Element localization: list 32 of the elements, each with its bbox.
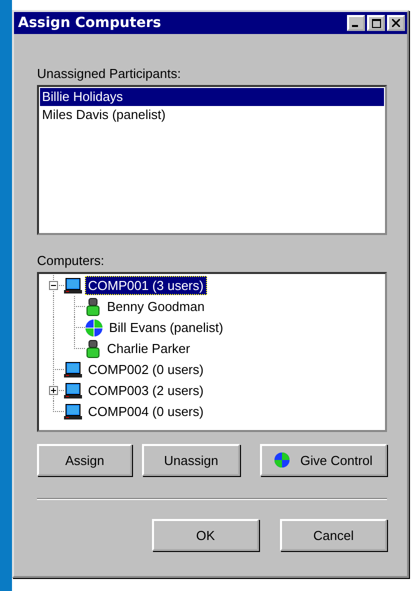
dialog-button[interactable]: Cancel [280, 519, 387, 551]
tree-item[interactable]: Benny Goodman [104, 297, 208, 316]
computers-label: Computers: [37, 253, 106, 268]
minimize-button[interactable] [347, 15, 365, 31]
close-button[interactable] [387, 15, 405, 31]
tree-item[interactable]: COMP004 (0 users) [85, 402, 207, 421]
computer-icon [64, 382, 82, 398]
window-title: Assign Computers [18, 15, 162, 31]
maximize-button[interactable] [367, 15, 385, 31]
tree-item[interactable]: Charlie Parker [104, 339, 194, 358]
computer-icon [64, 362, 82, 378]
tree-item[interactable]: COMP003 (2 users) [85, 381, 207, 400]
expander-icon[interactable] [49, 281, 58, 290]
computer-icon [64, 278, 82, 294]
globe-icon [85, 318, 103, 336]
action-button[interactable]: Unassign [142, 444, 240, 476]
dialog-button[interactable]: OK [152, 519, 259, 551]
close-icon [392, 19, 400, 27]
tree-item[interactable]: COMP001 (3 users) [85, 276, 207, 295]
participants-label: Unassigned Participants: [37, 66, 182, 81]
person-icon [85, 298, 101, 316]
action-button[interactable]: Give Control [260, 444, 387, 476]
expander-icon[interactable] [49, 386, 58, 395]
participant-item[interactable]: Miles Davis (panelist) [40, 106, 384, 124]
computer-icon [64, 404, 82, 420]
tree-item[interactable]: COMP002 (0 users) [85, 360, 207, 379]
person-icon [85, 340, 101, 358]
participant-item[interactable]: Billie Holidays [40, 88, 384, 106]
action-button[interactable]: Assign [37, 444, 132, 476]
tree-item[interactable]: Bill Evans (panelist) [106, 318, 226, 337]
maximize-icon [372, 18, 380, 28]
globe-icon [274, 452, 290, 468]
